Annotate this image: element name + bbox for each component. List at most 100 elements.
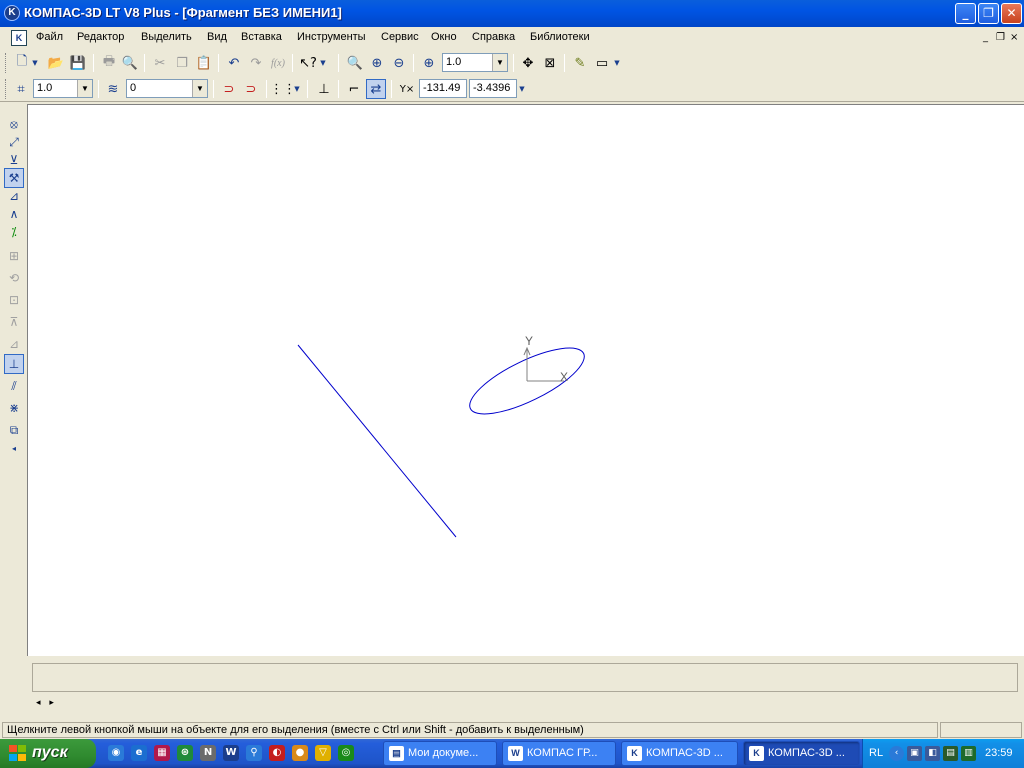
help-pointer-icon[interactable]: ↖?	[298, 53, 318, 73]
zoom-combo[interactable]: 1.0 ▼	[442, 53, 508, 72]
language-indicator[interactable]: RL	[869, 747, 883, 759]
tray-network-icon[interactable]: ▣	[907, 746, 922, 761]
deform-icon[interactable]: ⊿	[4, 334, 24, 354]
app-icon[interactable]: ▽	[315, 745, 331, 761]
new-dropdown-icon[interactable]: ▼	[30, 53, 40, 73]
tray-volume-icon[interactable]: ◧	[925, 746, 940, 761]
internet-explorer-icon[interactable]: e	[131, 745, 147, 761]
network-icon[interactable]: ⊛	[177, 745, 193, 761]
help-dropdown-icon[interactable]: ▼	[318, 53, 328, 73]
menu-insert[interactable]: Вставка	[241, 31, 282, 43]
rotate-icon[interactable]: ⟲	[4, 268, 24, 288]
menu-service[interactable]: Сервис	[381, 31, 419, 43]
redo-icon[interactable]: ↷	[246, 53, 266, 73]
grid-icon[interactable]: ⋮⋮	[270, 79, 296, 99]
copy-icon[interactable]: ❐	[172, 53, 192, 73]
drawing-svg[interactable]: Y X	[28, 105, 1024, 657]
search-icon[interactable]: ⚲	[246, 745, 262, 761]
print-preview-icon[interactable]: 🔍	[120, 53, 140, 73]
snaps-icon[interactable]: ⊃	[241, 79, 261, 99]
clock[interactable]: 23:59	[985, 747, 1013, 759]
undo-icon[interactable]: ↶	[224, 53, 244, 73]
print-icon[interactable]: 🖶	[99, 53, 119, 73]
editing-icon[interactable]: ⚒	[4, 168, 24, 188]
menu-select[interactable]: Выделить	[141, 31, 192, 43]
parametric-mode-icon[interactable]: ⇄	[366, 79, 386, 99]
trim-icon[interactable]: ⫽	[4, 376, 24, 396]
drawn-line[interactable]	[297, 344, 457, 538]
geometry-tools-icon[interactable]: ⦻	[4, 114, 24, 134]
grid-dropdown-icon[interactable]: ▼	[292, 79, 302, 99]
new-file-icon[interactable]: 🗋	[12, 53, 32, 73]
menu-editor[interactable]: Редактор	[77, 31, 124, 43]
chevron-down-icon[interactable]: ▼	[492, 54, 507, 71]
task-kompas-2[interactable]: K КОМПАС-3D ...	[743, 741, 860, 766]
select-icon[interactable]: ⁒	[4, 222, 24, 242]
zoom-window-icon[interactable]: 🔍	[345, 53, 365, 73]
tray-back-icon[interactable]: ‹	[889, 746, 904, 761]
menu-window[interactable]: Окно	[431, 31, 457, 43]
local-snaps-icon[interactable]: ⊃	[219, 79, 239, 99]
document-icon[interactable]: K	[11, 30, 27, 46]
close-button[interactable]: ✕	[1001, 3, 1022, 24]
measure-icon[interactable]: ∧	[4, 204, 24, 224]
media-icon[interactable]: ▦	[154, 745, 170, 761]
scale-icon[interactable]: ⊡	[4, 290, 24, 310]
task-my-documents[interactable]: ▤ Мои докуме...	[383, 741, 497, 766]
designation-icon[interactable]: ⊻	[4, 150, 24, 170]
cursor-step-icon[interactable]: ⌗	[11, 79, 31, 99]
group-icon[interactable]: ⧉	[4, 420, 24, 440]
cut-icon[interactable]: ✂	[150, 53, 170, 73]
kompas-app-icon[interactable]: K	[4, 5, 20, 21]
task-kompas-doc[interactable]: W КОМПАС ГР...	[502, 741, 616, 766]
title-bar[interactable]: K КОМПАС-3D LT V8 Plus - [Фрагмент БЕЗ И…	[0, 0, 1024, 27]
function-icon[interactable]: f(x)	[268, 53, 288, 73]
start-button[interactable]: пуск	[0, 739, 96, 768]
coord-x-field[interactable]: -131.49	[419, 79, 467, 98]
show-desktop-icon[interactable]: ◉	[108, 745, 124, 761]
move-icon[interactable]: ⊞	[4, 246, 24, 266]
redraw-icon[interactable]: ✎	[570, 53, 590, 73]
maximize-button[interactable]: ❐	[978, 3, 999, 24]
doc-minimize-button[interactable]: _	[983, 32, 988, 43]
coordinates-dropdown-icon[interactable]: ▼	[517, 79, 527, 99]
dimensions-icon[interactable]: ⤢	[4, 132, 24, 152]
word-icon[interactable]: W	[223, 745, 239, 761]
zoom-out-icon[interactable]: ⊖	[389, 53, 409, 73]
nav-right-icon[interactable]: ▸	[49, 698, 54, 708]
open-folder-icon[interactable]: 📂	[46, 53, 66, 73]
layers-icon[interactable]: ≋	[103, 79, 123, 99]
coord-y-field[interactable]: -3.4396	[469, 79, 517, 98]
doc-restore-button[interactable]: ❐	[996, 32, 1005, 43]
ortho-mode-icon[interactable]: ⌐	[344, 79, 364, 99]
chevron-down-icon[interactable]: ▼	[192, 80, 207, 97]
copy-tools-icon[interactable]: ⊥	[4, 354, 24, 374]
utility-icon[interactable]: ◎	[338, 745, 354, 761]
menu-libraries[interactable]: Библиотеки	[530, 31, 590, 43]
chevron-down-icon[interactable]: ▼	[77, 80, 92, 97]
nav-left-icon[interactable]: ◂	[36, 698, 41, 708]
toolbar-grip[interactable]	[5, 53, 8, 73]
menu-file[interactable]: Файл	[36, 31, 63, 43]
layer-combo[interactable]: 0 ▼	[126, 79, 208, 98]
parametrization-icon[interactable]: ⊿	[4, 186, 24, 206]
task-kompas-1[interactable]: K КОМПАС-3D ...	[621, 741, 738, 766]
pan-icon[interactable]: ✥	[518, 53, 538, 73]
paste-icon[interactable]: 📋	[194, 53, 214, 73]
step-combo[interactable]: 1.0 ▼	[33, 79, 93, 98]
display-settings-icon[interactable]: ▭	[592, 53, 612, 73]
display-dropdown-icon[interactable]: ▼	[612, 53, 622, 73]
menu-help[interactable]: Справка	[472, 31, 515, 43]
tray-monitor-icon[interactable]: ▥	[961, 746, 976, 761]
local-cs-icon[interactable]: ⊥	[314, 79, 334, 99]
coordinates-icon[interactable]: Y×	[397, 79, 417, 99]
doc-close-button[interactable]: ×	[1010, 32, 1018, 43]
tray-app-icon[interactable]: ▤	[943, 746, 958, 761]
tool-icon[interactable]: N	[200, 745, 216, 761]
toolbar-grip[interactable]	[5, 79, 8, 99]
zoom-scale-icon[interactable]: ⊕	[419, 53, 439, 73]
panel-scroll-icon[interactable]: ◂	[4, 438, 24, 458]
split-icon[interactable]: ⋇	[4, 398, 24, 418]
opera-icon[interactable]: ◐	[269, 745, 285, 761]
minimize-button[interactable]: _	[955, 3, 976, 24]
